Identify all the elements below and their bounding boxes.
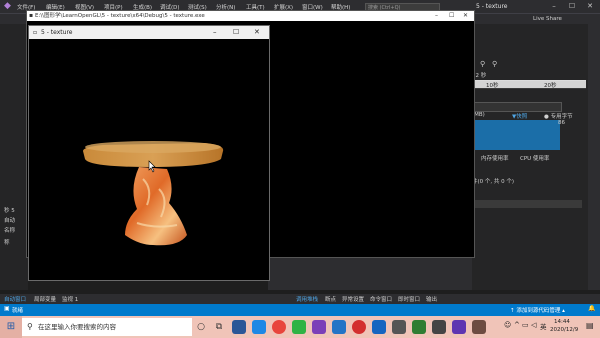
opengl-window: ▫ 5 - texture – ☐ ✕ [28,25,270,281]
status-ready: 就绪 [12,308,24,314]
tab-breakpoints[interactable]: 断点 [325,295,336,303]
console-title: E:\\图形学\LearnOpenGL\5 - texture\x64\Debu… [35,13,205,19]
console-icon: ▪ [29,12,34,19]
network-icon[interactable]: ▭ [522,321,529,329]
bottom-tool-tabs: 自动窗口 局部变量 监视 1 调用堆栈 断点 异常设置 命令窗口 即时窗口 输出 [0,294,600,304]
clock-time[interactable]: 14:44 [554,319,570,325]
tab-cpu-usage[interactable]: CPU 使用率 [520,154,549,162]
taskbar-search-placeholder: 在这里输入你要搜索的内容 [38,323,116,331]
gl-maximize-icon[interactable]: ☐ [233,26,239,39]
gl-window-icon: ▫ [33,29,38,36]
taskbar-search-icon: ⚲ [27,322,33,331]
app-edge-icon[interactable] [252,320,266,334]
task-view-icon[interactable]: ⧉ [212,320,226,334]
gl-titlebar[interactable]: ▫ 5 - texture – ☐ ✕ [29,26,269,39]
gl-close-icon[interactable]: ✕ [254,26,260,39]
private-bytes-legend: ● 专用字节 [544,114,573,120]
tab-autos[interactable]: 自动窗口 [4,295,26,303]
close-icon[interactable]: ✕ [584,1,596,12]
app-visual-studio-icon[interactable] [312,320,326,334]
add-to-source-control[interactable]: ↑ 添加到源代码管理 ▴ [510,306,565,314]
timeline-tick-10-label: 10秒 [486,83,499,89]
filter-row [472,200,582,208]
tab-watch1[interactable]: 监视 1 [62,295,78,303]
app-wechat-icon[interactable] [292,320,306,334]
gl-render-canvas[interactable] [29,39,269,280]
taskbar-search-input[interactable]: ⚲ 在这里输入你要搜索的内容 [22,318,192,336]
tab-immediate-window[interactable]: 即时窗口 [398,295,420,303]
zoom-out-icon[interactable]: ⚲ [492,60,497,68]
people-icon[interactable]: ☺ [504,321,511,329]
start-windows-icon[interactable]: ⊞ [0,316,22,338]
diagnostic-tools-panel: ⚲ ⚲ 22 秒 10秒 20秒 10秒 20秒 (MB) ▼快照 ● 专用字节… [472,24,588,290]
right-side-tabs [588,24,600,290]
minimize-icon[interactable]: – [548,1,560,12]
events-track [472,102,562,112]
gl-window-title: 5 - texture [41,29,73,36]
status-ready-icon: ▣ [4,305,10,312]
events-count: 件(0 个, 共 0 个) [472,179,515,185]
vs-status-bar: ▣ 就绪 ↑ 添加到源代码管理 ▴ 🔔 [0,304,600,316]
app-purple-icon[interactable] [452,320,466,334]
app-vscode-icon[interactable] [332,320,346,334]
app-mail-icon[interactable] [232,320,246,334]
console-titlebar[interactable]: ▪ E:\\图形学\LearnOpenGL\5 - texture\x64\De… [27,11,474,21]
ime-language[interactable]: 英 [540,321,547,331]
timeline-tick-20-label: 20秒 [544,83,557,89]
console-minimize-icon[interactable]: – [435,11,438,21]
app-generic-icon[interactable] [432,320,446,334]
tab-locals[interactable]: 局部变量 [34,295,56,303]
clock-date[interactable]: 2020/12/9 [550,327,578,333]
system-tray: ☺ ^ ▭ ◁ 英 14:44 2020/12/9 ▤ [500,316,600,338]
tab-call-stack[interactable]: 调用堆栈 [296,295,318,303]
console-maximize-icon[interactable]: ☐ [449,11,454,21]
plate-top-surface [85,141,221,153]
left-label-1: 秒 5 [4,208,15,214]
left-label-4: 称 [4,240,10,246]
app-brown-icon[interactable] [472,320,486,334]
memory-chart-max: 86 [558,120,565,126]
gl-minimize-icon[interactable]: – [213,26,217,39]
notification-icon[interactable]: 🔔 [588,305,595,312]
memory-chart [472,120,560,150]
left-label-2: 自动 [4,218,16,224]
tab-exception-settings[interactable]: 异常设置 [342,295,364,303]
app-chrome-icon[interactable] [272,320,286,334]
live-share-button[interactable]: Live Share [533,16,562,22]
visual-studio-logo-icon: ◆ [4,1,11,11]
app-netease-icon[interactable] [352,320,366,334]
add-to-source-control-label: 添加到源代码管理 [516,308,561,314]
app-green-icon[interactable] [412,320,426,334]
search-icon[interactable]: ⚲ [480,60,485,68]
left-label-3: 名称 [4,228,16,234]
tab-output[interactable]: 输出 [426,295,437,303]
editor-background [268,256,472,290]
volume-icon[interactable]: ◁ [531,321,536,329]
tab-command-window[interactable]: 命令窗口 [370,295,392,303]
snapshot-legend: ▼快照 [512,114,528,120]
app-console-icon[interactable] [392,320,406,334]
cortana-icon[interactable]: ○ [194,320,208,334]
vs-left-panel: 秒 5 自动 名称 称 [0,24,28,290]
app-word-icon[interactable] [372,320,386,334]
action-center-icon[interactable]: ▤ [586,321,594,330]
tab-memory-usage[interactable]: 内存使用率 [481,154,509,162]
console-close-icon[interactable]: ✕ [463,11,468,21]
maximize-icon[interactable]: ☐ [566,1,578,12]
vs-window-title: 5 - texture [476,3,508,10]
tray-expand-icon[interactable]: ^ [514,321,520,329]
